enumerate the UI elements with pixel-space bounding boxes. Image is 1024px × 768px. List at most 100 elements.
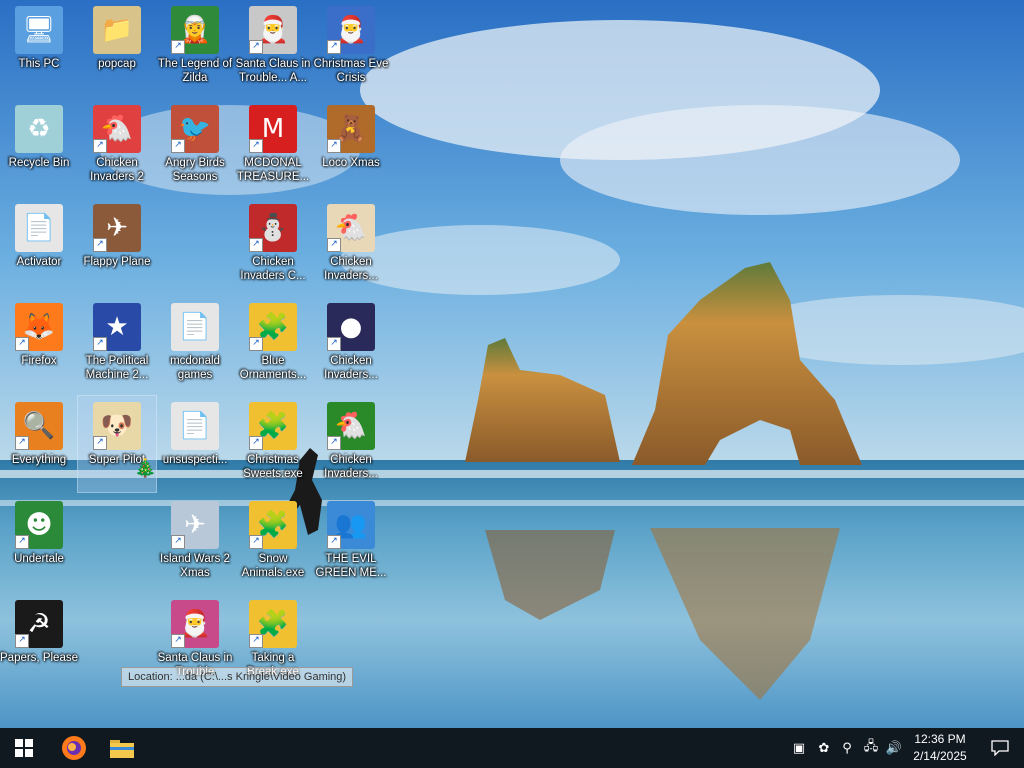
papers-please-icon: ☭ ↗ xyxy=(15,600,63,648)
desktop-icon-label: This PC xyxy=(18,58,60,70)
firefox-icon: 🦊 ↗ xyxy=(15,303,63,351)
taking-a-break-icon: 🧩 ↗ xyxy=(249,600,297,648)
icon-undertale[interactable]: ☻ ↗ Undertale xyxy=(0,495,78,591)
icon-recycle-bin[interactable]: ♻ Recycle Bin xyxy=(0,99,78,195)
icon-flappy-plane[interactable]: ✈ ↗ Flappy Plane xyxy=(78,198,156,294)
desktop-icon-label: Snow Animals.exe xyxy=(241,553,305,579)
desktop-icon-label: Christmas Sweets.exe xyxy=(243,454,303,480)
tray-app-icon-1[interactable]: ▣ xyxy=(789,738,809,758)
taskbar-clock[interactable]: 12:36 PM 2/14/2025 xyxy=(906,731,974,765)
island-wars-2-xmas-icon: ✈ ↗ xyxy=(171,501,219,549)
chicken-invaders-2-icon: 🐔 ↗ xyxy=(93,105,141,153)
shortcut-arrow-icon: ↗ xyxy=(327,238,341,252)
icon-glyph: 📄 xyxy=(178,312,212,342)
desktop[interactable]: 🖥 This PC 📁 popcap 🧝 ↗ The Legend of Zilda 🎅 ↗ Sa… xyxy=(0,0,1024,728)
tray-search-everything-icon[interactable]: ⚲ xyxy=(837,738,857,758)
chicken-invaders-b-icon: ● ↗ xyxy=(327,303,375,351)
icon-glyph: ♻ xyxy=(27,114,51,144)
icon-unsuspecting[interactable]: 📄 unsuspecti... xyxy=(156,396,234,492)
evil-green-me-icon: 👥 ↗ xyxy=(327,501,375,549)
icon-everything[interactable]: 🔍 ↗ Everything xyxy=(0,396,78,492)
desktop-icon-label: popcap xyxy=(98,58,136,70)
desktop-icon-label: Chicken Invaders... xyxy=(324,454,378,480)
action-center-button[interactable] xyxy=(980,728,1020,768)
icon-chicken-invaders-2[interactable]: 🐔 ↗ Chicken Invaders 2 xyxy=(78,99,156,195)
desktop-icon-label: THE EVIL GREEN ME... xyxy=(315,553,387,579)
icon-activator[interactable]: 📄 Activator xyxy=(0,198,78,294)
shortcut-arrow-icon: ↗ xyxy=(15,634,29,648)
desktop-icon-label: unsuspecti... xyxy=(162,454,228,466)
chicken-invaders-c2-icon: 🐔 ↗ xyxy=(327,402,375,450)
desktop-icon-label: Firefox xyxy=(21,355,57,367)
angry-birds-seasons-icon: 🐦 ↗ xyxy=(171,105,219,153)
political-machine-icon: ★ ↗ xyxy=(93,303,141,351)
tray-network-icon[interactable]: 🖧 xyxy=(861,738,881,758)
shortcut-arrow-icon: ↗ xyxy=(327,40,341,54)
icon-glyph: 📄 xyxy=(22,213,56,243)
icon-christmas-sweets[interactable]: 🧩 ↗ Christmas Sweets.exe xyxy=(234,396,312,492)
desktop-icon-label: Island Wars 2 Xmas xyxy=(160,553,230,579)
icon-blue-ornaments[interactable]: 🧩 ↗ Blue Ornaments... xyxy=(234,297,312,393)
start-button[interactable] xyxy=(0,728,48,768)
icon-glyph: 📄 xyxy=(178,411,212,441)
icon-chicken-invaders-c[interactable]: ⛄ ↗ Chicken Invaders C... xyxy=(234,198,312,294)
location-tooltip: Location: ...da (C:\...s Kringle\Video G… xyxy=(121,667,354,687)
blue-ornaments-icon: 🧩 ↗ xyxy=(249,303,297,351)
icon-this-pc[interactable]: 🖥 This PC xyxy=(0,0,78,96)
icon-island-wars-2-xmas[interactable]: ✈ ↗ Island Wars 2 Xmas xyxy=(156,495,234,591)
desktop-icon-label: Chicken Invaders 2 xyxy=(90,157,144,183)
everything-icon: 🔍 ↗ xyxy=(15,402,63,450)
icon-chicken-invaders-b[interactable]: ● ↗ Chicken Invaders... xyxy=(312,297,390,393)
shortcut-arrow-icon: ↗ xyxy=(249,238,263,252)
taskbar-firefox-button[interactable] xyxy=(50,728,98,768)
christmas-sweets-icon: 🧩 ↗ xyxy=(249,402,297,450)
this-pc-icon: 🖥 xyxy=(15,6,63,54)
shortcut-arrow-icon: ↗ xyxy=(249,337,263,351)
shortcut-arrow-icon: ↗ xyxy=(93,139,107,153)
desktop-icon-label: Chicken Invaders C... xyxy=(240,256,306,282)
icon-chicken-invaders-a[interactable]: 🐔 ↗ Chicken Invaders... xyxy=(312,198,390,294)
icon-chicken-invaders-c2[interactable]: 🐔 ↗ Chicken Invaders... xyxy=(312,396,390,492)
shortcut-arrow-icon: ↗ xyxy=(15,535,29,549)
icon-christmas-eve-crisis[interactable]: 🎅 ↗ Christmas Eve Crisis xyxy=(312,0,390,96)
undertale-icon: ☻ ↗ xyxy=(15,501,63,549)
shortcut-arrow-icon: ↗ xyxy=(15,337,29,351)
tray-app-icon-2[interactable]: ✿ xyxy=(814,738,834,758)
firefox-icon xyxy=(62,736,86,760)
icon-snow-animals[interactable]: 🧩 ↗ Snow Animals.exe xyxy=(234,495,312,591)
desktop-icon-label: Christmas Eve Crisis xyxy=(313,58,389,84)
shortcut-arrow-icon: ↗ xyxy=(15,436,29,450)
desktop-icon-label: Everything xyxy=(11,454,67,466)
icon-loco-xmas[interactable]: 🧸 ↗ Loco Xmas xyxy=(312,99,390,195)
christmas-tree-icon: 🎄 xyxy=(134,458,157,479)
icon-legend-of-zilda[interactable]: 🧝 ↗ The Legend of Zilda xyxy=(156,0,234,96)
tray-volume-icon[interactable]: 🔊 xyxy=(884,738,904,758)
icon-glyph: 🖥 xyxy=(22,15,56,45)
shortcut-arrow-icon: ↗ xyxy=(171,139,185,153)
icon-papers-please[interactable]: ☭ ↗ Papers, Please xyxy=(0,594,78,690)
icon-angry-birds-seasons[interactable]: 🐦 ↗ Angry Birds Seasons xyxy=(156,99,234,195)
popcap-icon: 📁 xyxy=(93,6,141,54)
desktop-icon-label: Santa Claus in Trouble... A... xyxy=(235,58,311,84)
unsuspecting-icon: 📄 xyxy=(171,402,219,450)
clock-time: 12:36 PM xyxy=(914,732,966,746)
desktop-icon-label: Loco Xmas xyxy=(322,157,380,169)
icon-political-machine[interactable]: ★ ↗ The Political Machine 2... xyxy=(78,297,156,393)
loco-xmas-icon: 🧸 ↗ xyxy=(327,105,375,153)
folder-icon xyxy=(110,740,134,758)
icon-firefox[interactable]: 🦊 ↗ Firefox xyxy=(0,297,78,393)
desktop-icon-label: Activator xyxy=(16,256,62,268)
icon-evil-green-me[interactable]: 👥 ↗ THE EVIL GREEN ME... xyxy=(312,495,390,591)
shortcut-arrow-icon: ↗ xyxy=(327,535,341,549)
desktop-icon-label: Blue Ornaments... xyxy=(239,355,307,381)
desktop-icon-label: The Legend of Zilda xyxy=(157,58,233,84)
taskbar-file-explorer-button[interactable] xyxy=(98,728,146,768)
desktop-icon-label: Undertale xyxy=(14,553,64,565)
icon-santa-claus-trouble-a[interactable]: 🎅 ↗ Santa Claus in Trouble... A... xyxy=(234,0,312,96)
shortcut-arrow-icon: ↗ xyxy=(93,238,107,252)
activator-icon: 📄 xyxy=(15,204,63,252)
super-pilot-icon: 🐶 ↗ xyxy=(93,402,141,450)
icon-mcdonald-games[interactable]: 📄 mcdonald games xyxy=(156,297,234,393)
icon-popcap[interactable]: 📁 popcap xyxy=(78,0,156,96)
icon-mcdonal-treasure[interactable]: M ↗ MCDONAL TREASURE... xyxy=(234,99,312,195)
